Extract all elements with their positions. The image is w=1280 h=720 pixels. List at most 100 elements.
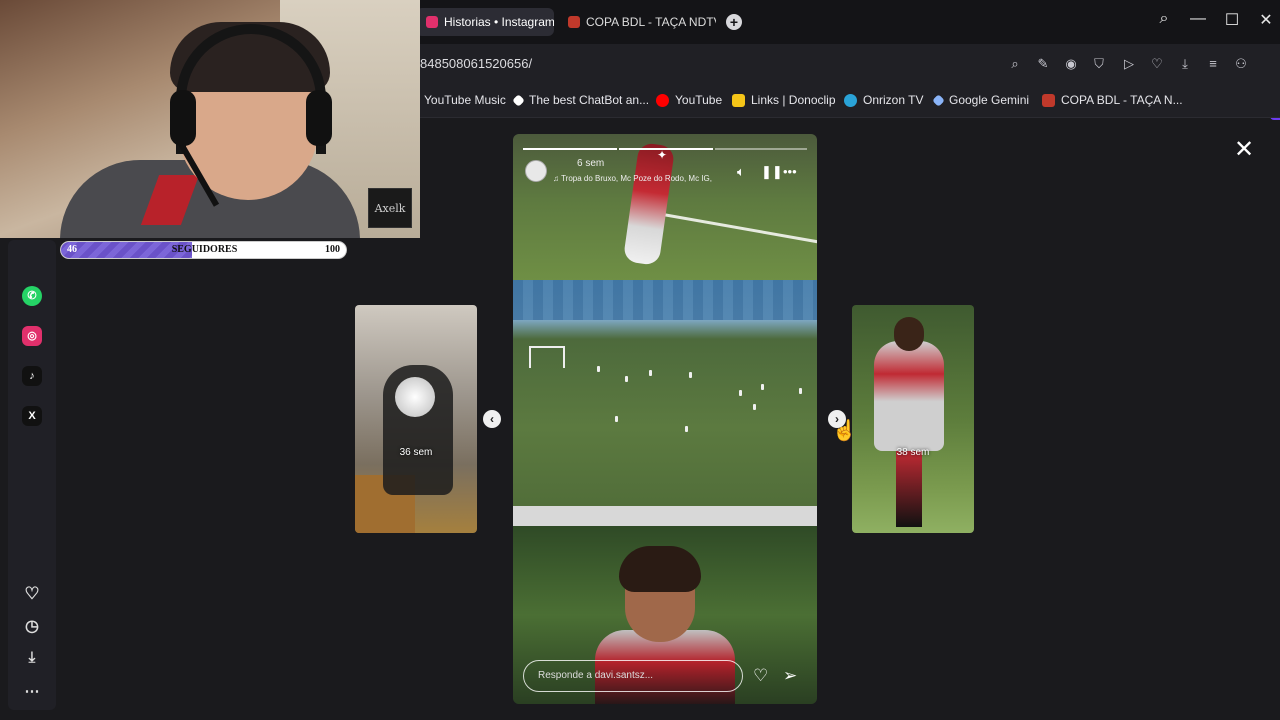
player-legs <box>896 451 922 527</box>
copa-tab-icon <box>568 16 580 28</box>
more-options-icon[interactable]: ••• <box>783 164 797 179</box>
like-heart-icon[interactable]: ♡ <box>753 666 768 686</box>
history-icon[interactable]: ◷ <box>22 617 42 637</box>
bookmark-gemini[interactable]: Google Gemini <box>932 93 1030 107</box>
bookmark-youtube[interactable]: YouTube <box>656 93 722 107</box>
tab-label: COPA BDL - TAÇA NDTV R <box>586 15 716 29</box>
heart-icon[interactable]: ♡ <box>22 584 42 604</box>
player-leg <box>622 142 676 266</box>
search-icon[interactable]: ⌕ <box>1152 10 1176 28</box>
goal-post <box>529 346 565 368</box>
bookmark-label: YouTube Music <box>424 93 506 107</box>
player <box>689 372 692 378</box>
bookmark-donoclip[interactable]: Links | Donoclip <box>732 93 836 107</box>
ball <box>395 377 435 417</box>
story-panel-field <box>513 280 817 526</box>
play-icon[interactable]: ▷ <box>1120 55 1138 73</box>
menu-icon[interactable]: ≡ <box>1204 55 1222 73</box>
heart-icon[interactable]: ♡ <box>1148 55 1166 73</box>
sparkle-icon: ✦ <box>657 148 668 162</box>
url-field[interactable]: 848508061520656/ <box>420 56 532 71</box>
bookmark-label: Google Gemini <box>949 93 1030 107</box>
gemini-icon <box>932 93 945 107</box>
bookmark-youtube-music[interactable]: YouTube Music <box>424 93 506 107</box>
send-icon[interactable]: ➢ <box>783 666 797 686</box>
onrizon-icon <box>844 93 857 107</box>
bookmark-label: Links | Donoclip <box>751 93 836 107</box>
followers-goal-bar: SEGUIDORES 46 100 <box>60 241 347 259</box>
next-story-time: 38 sem <box>896 447 930 458</box>
close-window-button[interactable]: ✕ <box>1254 10 1278 30</box>
bookmark-label: Onrizon TV <box>863 93 924 107</box>
ad-board <box>513 506 817 526</box>
bookmark-label: YouTube <box>675 93 723 107</box>
shield-icon[interactable]: ⛉ <box>1090 55 1108 73</box>
instagram-tab-icon <box>426 16 438 28</box>
next-story-preview[interactable]: 38 sem <box>852 305 974 533</box>
instagram-icon[interactable]: ◎ <box>22 326 42 346</box>
camera-icon[interactable]: ◉ <box>1062 55 1080 73</box>
story-avatar[interactable] <box>525 160 547 182</box>
player <box>615 416 618 422</box>
reply-input[interactable]: Responde a davi.santsz... <box>523 660 743 692</box>
whatsapp-icon[interactable]: ✆ <box>22 286 42 306</box>
story-music-label: Tropa do Bruxo, Mc Poze do Rodo, Mc IG, <box>561 174 712 183</box>
youtube-icon <box>656 93 669 107</box>
browser-sidebar: ✆ ◎ ♪ X ♡ ◷ ⤓ ⋯ <box>8 240 56 710</box>
minimize-button[interactable]: — <box>1186 10 1210 28</box>
hand-cursor-icon: ☝ <box>832 420 857 442</box>
download-icon[interactable]: ⤓ <box>22 648 42 668</box>
player <box>761 384 764 390</box>
volume-icon[interactable]: 🔈︎ <box>737 164 745 180</box>
maximize-button[interactable]: ☐ <box>1220 10 1244 30</box>
player <box>685 426 688 432</box>
tiktok-icon[interactable]: ♪ <box>22 366 42 386</box>
headset-earcup <box>170 90 196 146</box>
story-time: 6 sem <box>577 158 605 169</box>
chatbot-icon <box>512 93 525 107</box>
tab-copa-bdl[interactable]: COPA BDL - TAÇA NDTV R <box>558 8 716 36</box>
bookmark-onrizon[interactable]: Onrizon TV <box>844 93 923 107</box>
webcam-overlay: Axelk <box>0 0 420 238</box>
donoclip-icon <box>732 93 745 107</box>
new-tab-button[interactable]: + <box>726 14 742 30</box>
tab-instagram-stories[interactable]: Historias • Instagram <box>416 8 554 36</box>
bookmark-chatbot[interactable]: The best ChatBot an... <box>512 93 650 107</box>
player <box>799 388 802 394</box>
zoom-icon[interactable]: ⌕ <box>1006 55 1024 73</box>
field-line <box>664 213 817 246</box>
story-progress-segment <box>715 148 807 150</box>
bookmark-label: The best ChatBot an... <box>529 93 650 107</box>
followers-current: 46 <box>67 244 77 255</box>
followers-goal: 100 <box>325 244 340 255</box>
download-icon[interactable]: ⤓ <box>1176 55 1194 73</box>
followers-label: SEGUIDORES <box>171 244 238 255</box>
pause-icon[interactable]: ❚❚ <box>761 164 783 180</box>
profile-icon[interactable]: ⚇ <box>1232 55 1250 73</box>
story-progress-segment <box>523 148 617 150</box>
music-icon: ♫ <box>553 174 562 183</box>
player <box>625 376 628 382</box>
edit-icon[interactable]: ✎ <box>1034 55 1052 73</box>
bookmark-copa-bdl[interactable]: COPA BDL - TAÇA N... <box>1042 93 1183 107</box>
headset-earcup <box>306 90 332 146</box>
player <box>649 370 652 376</box>
close-stories-button[interactable]: ✕ <box>1232 138 1256 162</box>
stadium-stand <box>513 280 817 320</box>
player-hair <box>619 546 701 592</box>
previous-story-preview[interactable]: 36 sem <box>355 305 477 533</box>
previous-story-button[interactable]: ‹ <box>483 410 501 428</box>
x-icon[interactable]: X <box>22 406 42 426</box>
previous-story-time: 36 sem <box>399 447 433 458</box>
copa-icon <box>1042 93 1055 107</box>
player <box>739 390 742 396</box>
player <box>597 366 600 372</box>
screen: Historias • Instagram COPA BDL - TAÇA ND… <box>0 0 1280 720</box>
bookmark-label: COPA BDL - TAÇA N... <box>1061 93 1183 107</box>
story-music[interactable]: ♫ Tropa do Bruxo, Mc Poze do Rodo, Mc IG… <box>553 174 712 183</box>
main-story[interactable]: ✦ 6 sem ♫ Tropa do Bruxo, Mc Poze do Rod… <box>513 134 817 704</box>
player <box>753 404 756 410</box>
player-head <box>894 317 924 351</box>
more-icon[interactable]: ⋯ <box>22 682 42 702</box>
player-jersey <box>874 341 944 451</box>
